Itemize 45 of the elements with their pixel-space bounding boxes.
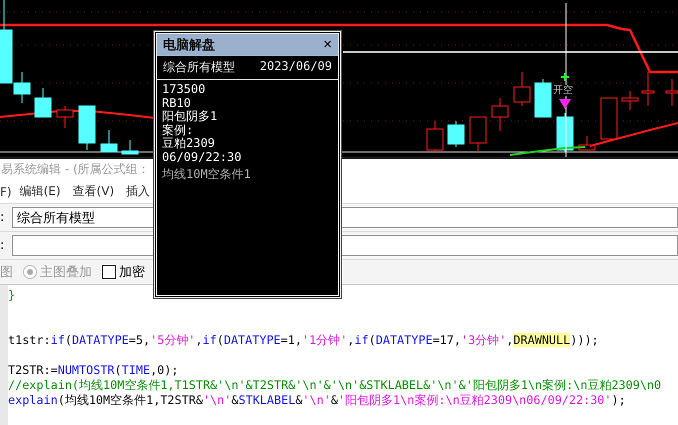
- menu-item[interactable]: F): [0, 184, 12, 198]
- code-line: //explain(均线10M空条件1,T1STR&'\n'&T2STR&'\n'&'\n'&STKLABEL&'\n'&'阳包阴多1\n案例:\n豆粕2309\n0: [8, 378, 662, 393]
- code-line: t1str:if(DATATYPE=5,'5分钟',if(DATATYPE=1,'1分钟',if(DATATYPE=17,'3分钟',DRAWNULL)));: [8, 333, 600, 348]
- menu-item[interactable]: 编辑(E): [20, 183, 61, 200]
- candlestick: [34, 88, 52, 118]
- code-editor[interactable]: [0, 284, 678, 425]
- cross-marker-icon: [560, 72, 570, 82]
- candlestick: [100, 130, 118, 152]
- candlestick: [622, 90, 638, 110]
- info-line: 豆粕2309: [162, 137, 216, 150]
- menu-item[interactable]: 查看(V): [72, 183, 114, 200]
- checkbox[interactable]: [102, 265, 116, 279]
- candlestick: [78, 106, 96, 150]
- candlestick: [448, 120, 464, 148]
- code-line: }: [8, 288, 16, 303]
- candlestick: [578, 136, 596, 150]
- field-label: :: [0, 210, 6, 225]
- candlestick: [514, 72, 530, 106]
- candlestick: [56, 106, 74, 128]
- popup-title: 电脑解盘: [163, 36, 215, 54]
- info-line: 阳包阴多1: [162, 110, 218, 124]
- info-line: 173500: [162, 83, 206, 96]
- code-line: T2STR:=NUMTOSTR(TIME,0);: [8, 363, 180, 378]
- radio-button[interactable]: [23, 265, 37, 279]
- candlestick: [426, 120, 444, 152]
- option-label: 主图叠加: [40, 264, 92, 281]
- candlestick: [534, 78, 552, 118]
- date-text: 2023/06/09: [260, 59, 332, 75]
- signal-label: 开空: [553, 85, 573, 96]
- candlestick: [642, 72, 654, 106]
- candlestick: [492, 98, 508, 132]
- close-button[interactable]: ×: [321, 37, 334, 53]
- code-line: explain(均线10M空条件1,T2STR&'\n'&STKLABEL&'\n'&'阳包阴多1\n案例:\n豆粕2309\n06/09/22:30');: [8, 393, 627, 408]
- menu-item[interactable]: 插入: [126, 183, 150, 200]
- info-line: 均线10M空条件1: [162, 168, 252, 182]
- candlestick: [122, 140, 138, 154]
- candlestick: [600, 98, 618, 140]
- option-label: 加密: [119, 264, 145, 281]
- down-triangle-icon: [559, 99, 571, 109]
- field-label: :: [0, 238, 6, 253]
- candlestick: [470, 116, 486, 152]
- info-line: RB10: [162, 96, 192, 110]
- info-line: 案例:: [162, 124, 194, 137]
- option-label: 图: [0, 264, 13, 281]
- model-name: 综合所有模型: [163, 59, 235, 76]
